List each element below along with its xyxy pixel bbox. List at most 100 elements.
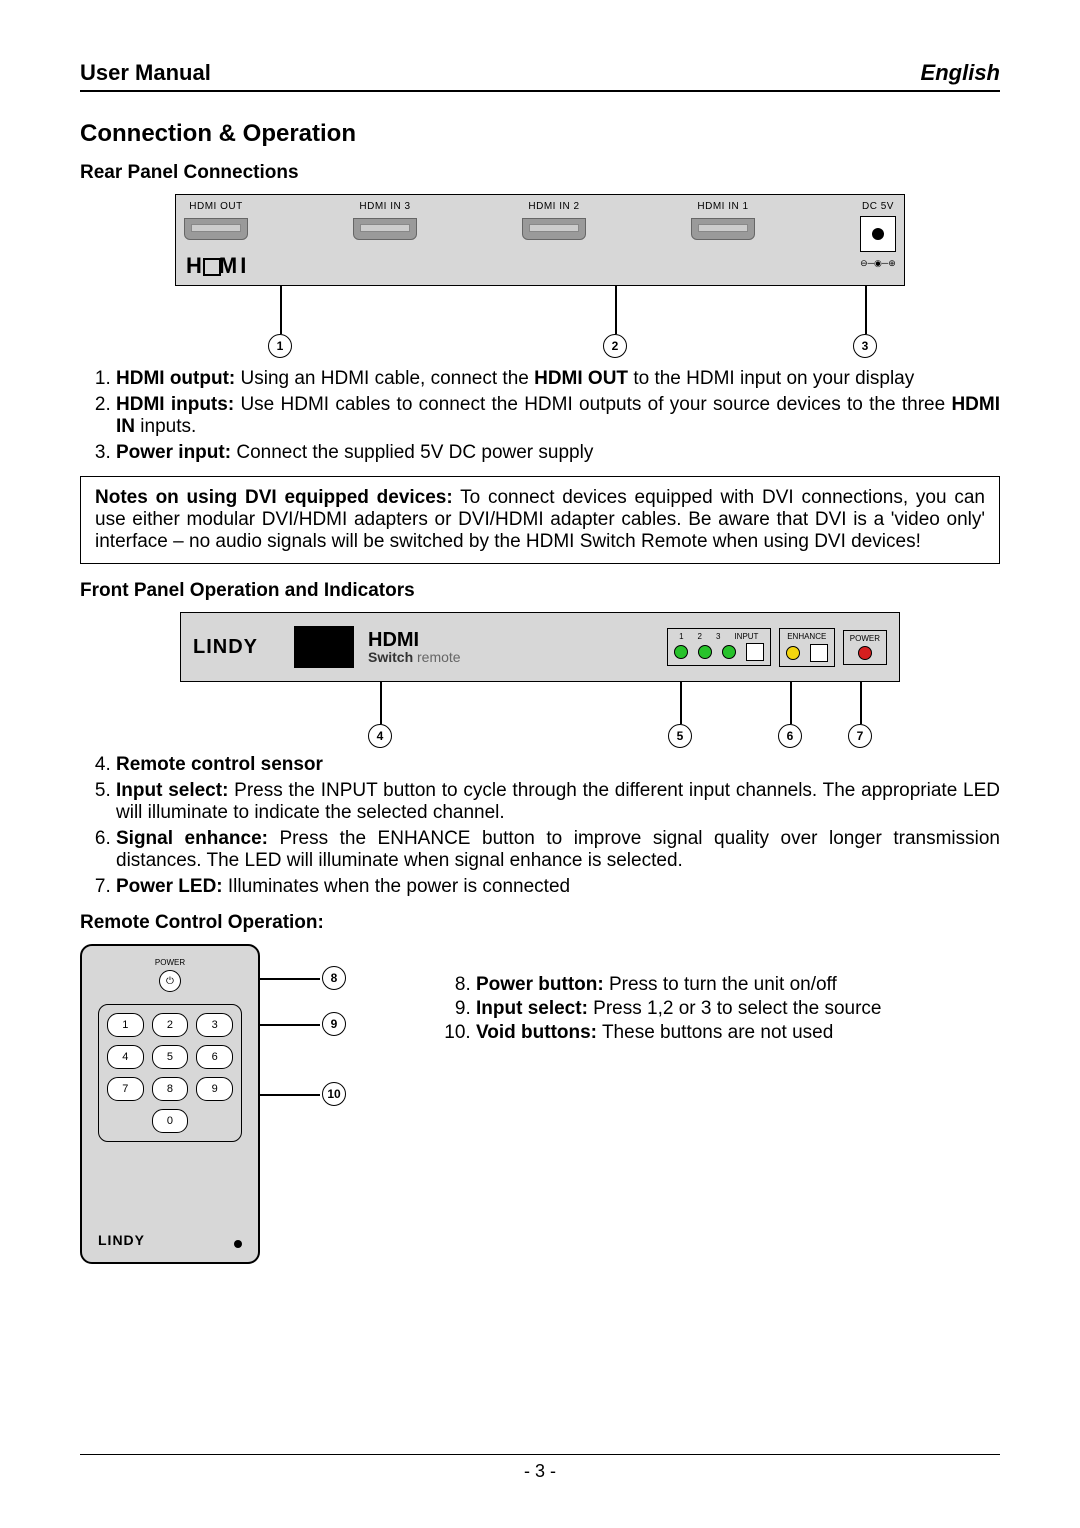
remote-keypad: 1 2 3 4 5 6 7 8 9 0: [98, 1004, 242, 1142]
remote-item-10-lead: Void buttons:: [476, 1022, 597, 1043]
led-1-label: 1: [679, 632, 683, 641]
remote-item-8-lead: Power button:: [476, 974, 604, 995]
front-item-7-text: Illuminates when the power is connected: [223, 876, 570, 897]
enhance-button[interactable]: [810, 644, 828, 662]
led-2-label: 2: [698, 632, 702, 641]
remote-heading: Remote Control Operation:: [80, 912, 1000, 934]
remote-item-9-lead: Input select:: [476, 998, 588, 1019]
remote-key-3[interactable]: 3: [196, 1013, 233, 1037]
front-item-6-lead: Signal enhance:: [116, 828, 268, 849]
remote-section: POWER ⏻ 1 2 3 4 5 6 7 8 9 0 LINDY 8 9: [80, 944, 1000, 1264]
page-header: User Manual English: [80, 60, 1000, 92]
rear-panel-diagram: HDMI OUT HDMI IN 3 HDMI IN 2 HDMI IN 1 D…: [175, 194, 905, 286]
callout-1: 1: [268, 334, 292, 358]
rear-item-2-text2: inputs.: [135, 416, 196, 437]
rear-description-list: HDMI output: Using an HDMI cable, connec…: [80, 368, 1000, 464]
callout-8: 8: [322, 966, 346, 990]
callout-10: 10: [322, 1082, 346, 1106]
callout-2: 2: [603, 334, 627, 358]
hdmi-in2-port: HDMI IN 2: [522, 201, 586, 240]
lindy-logo: LINDY: [193, 636, 258, 659]
front-title: HDMI Switch remote: [368, 630, 461, 664]
front-controls: 1 2 3 INPUT ENHANCE: [667, 628, 887, 667]
front-heading: Front Panel Operation and Indicators: [80, 580, 1000, 602]
front-item-6: Signal enhance: Press the ENHANCE button…: [116, 828, 1000, 872]
remote-item-10-text: These buttons are not used: [597, 1022, 833, 1043]
remote-diagram: POWER ⏻ 1 2 3 4 5 6 7 8 9 0 LINDY: [80, 944, 260, 1264]
input-group: 1 2 3 INPUT: [667, 628, 771, 666]
rear-item-1: HDMI output: Using an HDMI cable, connec…: [116, 368, 1000, 390]
remote-key-8[interactable]: 8: [152, 1077, 189, 1101]
led-2-icon: [698, 645, 712, 659]
rear-item-2-lead: HDMI inputs:: [116, 394, 234, 415]
page-footer: - 3 -: [80, 1454, 1000, 1482]
input-label: INPUT: [734, 632, 758, 641]
note-lead: Notes on using DVI equipped devices:: [95, 487, 453, 508]
callout-5: 5: [668, 724, 692, 748]
rear-item-1-bold: HDMI OUT: [534, 368, 628, 389]
hdmi-in2-label: HDMI IN 2: [528, 201, 579, 212]
dc-polarity-icon: ⊖─◉─⊕: [860, 258, 896, 269]
remote-key-7[interactable]: 7: [107, 1077, 144, 1101]
callout-9: 9: [322, 1012, 346, 1036]
manual-page: User Manual English Connection & Operati…: [0, 0, 1080, 1528]
remote-key-9[interactable]: 9: [196, 1077, 233, 1101]
remote-item-10: Void buttons: These buttons are not used: [476, 1022, 882, 1044]
power-group: POWER: [843, 630, 887, 665]
callout-6: 6: [778, 724, 802, 748]
input-button[interactable]: [746, 643, 764, 661]
dvi-note-box: Notes on using DVI equipped devices: To …: [80, 476, 1000, 564]
rear-item-3-lead: Power input:: [116, 442, 231, 463]
led-3-icon: [722, 645, 736, 659]
remote-key-6[interactable]: 6: [196, 1045, 233, 1069]
ir-sensor-icon: [294, 626, 354, 668]
dc-label: DC 5V: [862, 201, 894, 212]
remote-ir-dot-icon: [234, 1240, 242, 1248]
rear-heading: Rear Panel Connections: [80, 162, 1000, 184]
front-item-5: Input select: Press the INPUT button to …: [116, 780, 1000, 824]
hdmi-port-icon: [691, 218, 755, 240]
header-left: User Manual: [80, 60, 211, 86]
front-title-l2: Switch remote: [368, 650, 461, 664]
hdmi-port-icon: [522, 218, 586, 240]
front-item-4: Remote control sensor: [116, 754, 1000, 776]
remote-key-0[interactable]: 0: [152, 1109, 189, 1133]
callout-7: 7: [848, 724, 872, 748]
rear-item-1-text2: to the HDMI input on your display: [628, 368, 914, 389]
hdmi-out-port: HDMI OUT: [184, 201, 248, 240]
hdmi-port-icon: [184, 218, 248, 240]
hdmi-in3-port: HDMI IN 3: [353, 201, 417, 240]
callout-3: 3: [853, 334, 877, 358]
front-title-l1: HDMI: [368, 630, 461, 650]
remote-power-label: POWER: [155, 958, 185, 967]
remote-power-button[interactable]: ⏻: [159, 970, 181, 992]
remote-key-2[interactable]: 2: [152, 1013, 189, 1037]
remote-item-9-text: Press 1,2 or 3 to select the source: [588, 998, 882, 1019]
hdmi-in3-label: HDMI IN 3: [359, 201, 410, 212]
hdmi-logo: HMI: [186, 253, 249, 279]
rear-callouts: 1 2 3: [175, 286, 905, 356]
enhance-label: ENHANCE: [787, 632, 826, 641]
enhance-group: ENHANCE: [779, 628, 835, 667]
rear-item-2: HDMI inputs: Use HDMI cables to connect …: [116, 394, 1000, 438]
rear-item-3-text: Connect the supplied 5V DC power supply: [231, 442, 593, 463]
remote-key-5[interactable]: 5: [152, 1045, 189, 1069]
rear-item-2-text: Use HDMI cables to connect the HDMI outp…: [234, 394, 951, 415]
front-panel-diagram: LINDY HDMI Switch remote 1 2 3 INPUT: [180, 612, 900, 682]
front-item-5-lead: Input select:: [116, 780, 228, 801]
front-item-7-lead: Power LED:: [116, 876, 223, 897]
hdmi-port-icon: [353, 218, 417, 240]
hdmi-out-label: HDMI OUT: [189, 201, 242, 212]
remote-key-1[interactable]: 1: [107, 1013, 144, 1037]
power-label: POWER: [850, 634, 880, 643]
callout-4: 4: [368, 724, 392, 748]
header-language: English: [921, 60, 1000, 86]
remote-key-4[interactable]: 4: [107, 1045, 144, 1069]
front-item-4-lead: Remote control sensor: [116, 754, 323, 775]
hdmi-in1-port: HDMI IN 1: [691, 201, 755, 240]
dc-jack-icon: [860, 216, 896, 252]
front-item-7: Power LED: Illuminates when the power is…: [116, 876, 1000, 898]
dc-port: DC 5V ⊖─◉─⊕: [860, 201, 896, 269]
rear-item-3: Power input: Connect the supplied 5V DC …: [116, 442, 1000, 464]
remote-brand-logo: LINDY: [98, 1232, 145, 1248]
